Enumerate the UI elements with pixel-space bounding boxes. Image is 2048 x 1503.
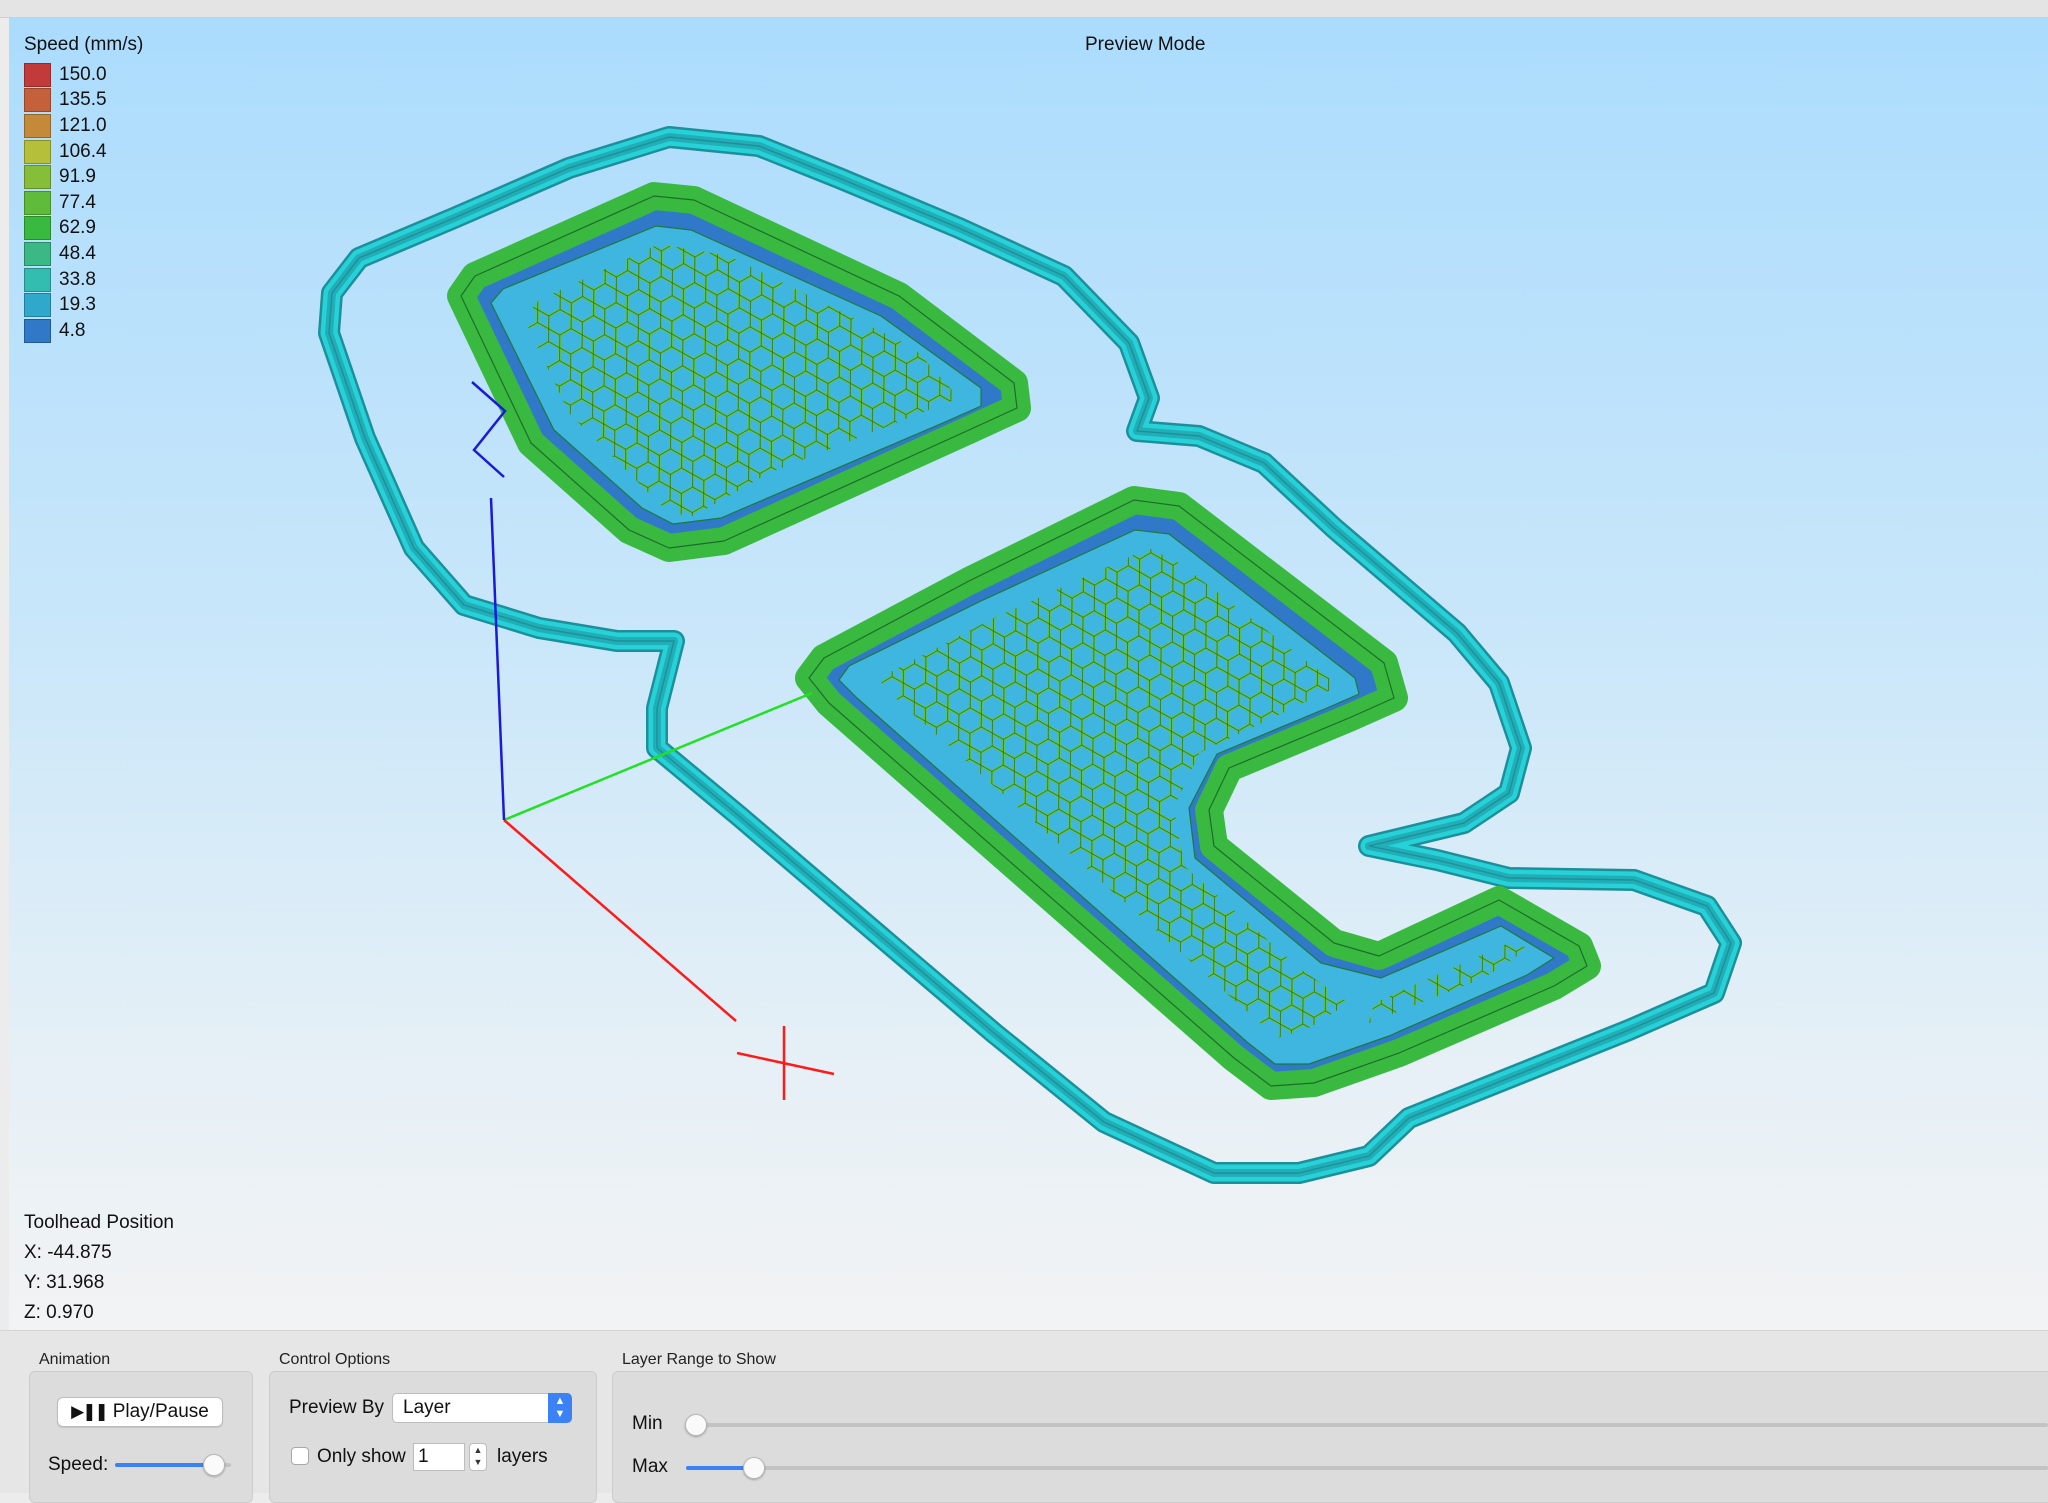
toolhead-x: X: -44.875	[24, 1242, 112, 1263]
max-slider-knob[interactable]	[743, 1457, 766, 1479]
legend-row: 150.0	[24, 62, 107, 88]
legend-swatch	[24, 267, 51, 292]
animation-group	[29, 1371, 253, 1503]
legend-row: 62.9	[24, 216, 107, 242]
legend-swatch	[24, 62, 51, 87]
legend-swatch	[24, 216, 51, 241]
gcode-preview-scene[interactable]	[9, 18, 2048, 1330]
play-pause-button[interactable]: ▶❚❚ Play/Pause	[57, 1397, 223, 1427]
preview-by-value: Layer	[403, 1397, 451, 1418]
bottom-controls-panel: Animation ▶❚❚ Play/Pause Speed: Control …	[0, 1330, 2048, 1503]
speed-slider-fill	[115, 1463, 214, 1467]
max-label: Max	[632, 1456, 668, 1477]
preview-by-select[interactable]: Layer ▲ ▼	[392, 1393, 572, 1423]
3d-viewport[interactable]: Speed (mm/s) 150.0 135.5 121.0 106.4 91.9 77.…	[9, 18, 2048, 1330]
legend-value: 135.5	[59, 89, 107, 111]
legend-row: 135.5	[24, 88, 107, 114]
only-show-layers-input[interactable]: 1	[413, 1443, 465, 1471]
toolhead-y: Y: 31.968	[24, 1272, 105, 1293]
layer-range-title: Layer Range to Show	[622, 1351, 776, 1368]
control-options-group	[269, 1371, 597, 1503]
legend-value: 33.8	[59, 268, 96, 290]
legend-row: 4.8	[24, 318, 107, 344]
legend-swatch	[24, 190, 51, 215]
layer-range-group	[612, 1371, 2048, 1503]
legend-value: 91.9	[59, 166, 96, 188]
legend-swatch	[24, 88, 51, 113]
legend-value: 150.0	[59, 63, 107, 85]
legend-swatch	[24, 113, 51, 138]
toolhead-title: Toolhead Position	[24, 1212, 174, 1233]
window-top-bar	[0, 0, 2048, 18]
control-options-title: Control Options	[279, 1351, 391, 1368]
legend-row: 91.9	[24, 164, 107, 190]
legend-value: 19.3	[59, 294, 96, 316]
layers-stepper[interactable]: ▲ ▼	[469, 1443, 487, 1471]
legend-swatch	[24, 293, 51, 318]
part-upper	[447, 182, 1031, 562]
only-show-checkbox[interactable]	[291, 1447, 309, 1465]
legend-row: 48.4	[24, 241, 107, 267]
legend-row: 106.4	[24, 139, 107, 165]
legend-value: 121.0	[59, 114, 107, 136]
axis-x-label-glyph	[736, 1051, 835, 1076]
preview-mode-label: Preview Mode	[1085, 34, 1206, 55]
speed-legend: 150.0 135.5 121.0 106.4 91.9 77.4 62.9 48.4 33.8…	[24, 62, 107, 344]
legend-value: 4.8	[59, 319, 86, 341]
legend-row: 77.4	[24, 190, 107, 216]
preview-by-label: Preview By	[289, 1397, 385, 1418]
legend-value: 106.4	[59, 140, 107, 162]
legend-title: Speed (mm/s)	[24, 34, 144, 55]
axis-x-line	[503, 819, 737, 1022]
legend-row: 121.0	[24, 113, 107, 139]
legend-swatch	[24, 139, 51, 164]
max-slider-track[interactable]	[686, 1466, 2048, 1470]
play-pause-icon: ▶❚❚	[71, 1402, 109, 1421]
layers-label: layers	[497, 1446, 548, 1467]
speed-label: Speed:	[48, 1454, 109, 1475]
animation-group-title: Animation	[39, 1351, 111, 1368]
legend-swatch	[24, 165, 51, 190]
legend-swatch	[24, 241, 51, 266]
legend-value: 62.9	[59, 217, 96, 239]
min-slider-track[interactable]	[686, 1423, 2048, 1427]
play-pause-label: Play/Pause	[112, 1401, 209, 1422]
speed-slider-knob[interactable]	[202, 1454, 225, 1476]
axis-z-line	[489, 497, 506, 821]
legend-row: 33.8	[24, 267, 107, 293]
legend-value: 48.4	[59, 242, 96, 264]
only-show-label: Only show	[317, 1446, 406, 1467]
min-slider-knob[interactable]	[685, 1414, 707, 1436]
legend-swatch	[24, 318, 51, 343]
toolhead-position-panel: Toolhead Position X: -44.875 Y: 31.968 Z…	[24, 1208, 174, 1328]
min-label: Min	[632, 1413, 663, 1434]
toolhead-z: Z: 0.970	[24, 1302, 94, 1323]
part-lower	[795, 486, 1601, 1100]
legend-row: 19.3	[24, 292, 107, 318]
legend-value: 77.4	[59, 191, 96, 213]
select-chevron-icon: ▲ ▼	[548, 1393, 572, 1423]
